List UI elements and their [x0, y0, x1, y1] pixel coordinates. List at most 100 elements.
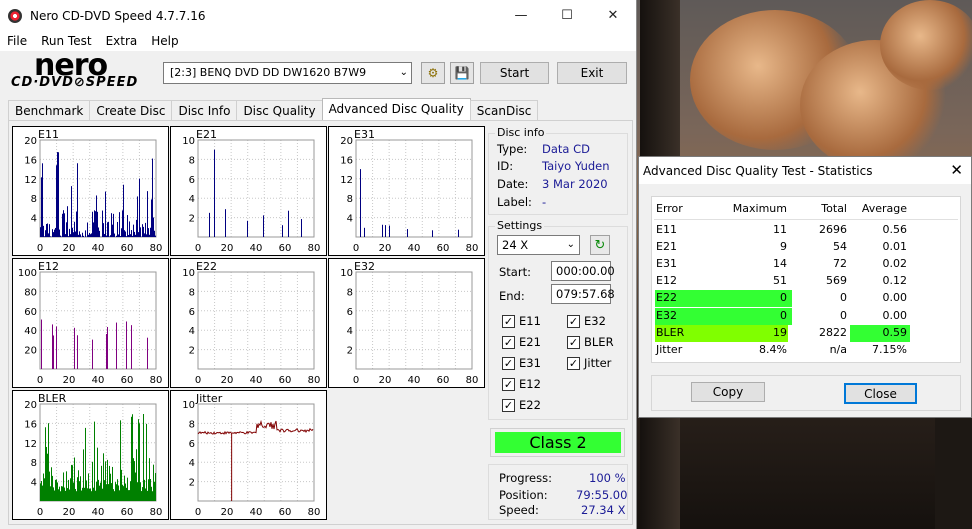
chart-bar	[41, 177, 42, 237]
chart-e32: E32 10 8 6 4 2 0 20 40 60 80	[328, 258, 485, 388]
menu-file[interactable]: File	[0, 34, 34, 48]
start-field[interactable]: 000:00.00	[551, 261, 615, 281]
chart-bar	[96, 481, 97, 501]
menu-extra[interactable]: Extra	[99, 34, 145, 48]
chart-bar	[130, 234, 131, 237]
checkmark-icon: ✓	[502, 356, 515, 370]
cell: BLER	[656, 325, 685, 339]
chart-bar	[127, 215, 128, 237]
x-tick-label: 60	[121, 375, 134, 386]
copy-button[interactable]: Copy	[691, 382, 765, 402]
close-icon[interactable]: ✕	[950, 161, 963, 179]
chart-bar	[109, 465, 110, 501]
y-tick-label: 4	[189, 194, 195, 205]
chart-bar	[124, 475, 125, 501]
maximize-button[interactable]: ☐	[544, 0, 590, 31]
chart-bar	[154, 481, 155, 501]
checkbox-e11[interactable]: ✓ E11	[502, 314, 541, 328]
checkbox-bler[interactable]: ✓ BLER	[567, 335, 614, 349]
drive-info-button[interactable]: ⚙	[421, 62, 445, 84]
chart-bar	[75, 488, 76, 501]
chart-bar	[67, 488, 68, 501]
x-tick-label: 20	[221, 375, 234, 386]
refresh-button[interactable]: ↻	[590, 235, 610, 255]
chart-svg: 1086420 20 40 60 80	[182, 268, 320, 386]
checkbox-e21[interactable]: ✓ E21	[502, 335, 541, 349]
end-field[interactable]: 079:57.68	[551, 284, 615, 304]
y-tick-label: 8	[347, 194, 353, 205]
chart-bar	[120, 420, 121, 501]
y-tick-label: 2	[189, 478, 195, 489]
position-label: Position:	[499, 488, 548, 502]
chart-bar	[56, 326, 57, 369]
close-dialog-button[interactable]: Close	[844, 383, 917, 404]
minimize-button[interactable]: —	[498, 0, 544, 31]
chart-bar	[116, 322, 117, 369]
chart-bar	[110, 473, 111, 501]
chart-bar	[70, 478, 71, 501]
chart-bar	[147, 490, 148, 501]
chart-e31: E31 20 16 12 8 4 0 20 40 60 80	[328, 126, 485, 256]
chart-bar	[91, 233, 92, 237]
chart-bar	[136, 219, 137, 237]
chart-bar	[112, 224, 113, 237]
chart-bar	[72, 465, 73, 501]
cell: 0	[780, 308, 787, 322]
stats-table: Error Maximum Total Average E11 11 2696 0.56 E21…	[651, 196, 961, 363]
chart-bar	[83, 449, 84, 501]
start-button[interactable]: Start	[480, 62, 549, 84]
x-tick-label: 40	[92, 243, 105, 254]
cell: E32	[656, 308, 677, 322]
chart-bar	[66, 471, 67, 501]
x-tick-label: 60	[279, 507, 292, 518]
speed-select[interactable]: 24 X ⌄	[497, 235, 580, 255]
chart-bar	[154, 230, 155, 237]
chart-bar	[102, 488, 103, 501]
chart-bar	[64, 487, 65, 501]
plot-frame	[197, 271, 315, 370]
tab-disc-info[interactable]: Disc Info	[171, 100, 238, 120]
chart-bar	[64, 213, 65, 237]
chevron-down-icon: ⌄	[399, 67, 408, 78]
tab-create-disc[interactable]: Create Disc	[89, 100, 173, 120]
checkbox-jitter[interactable]: ✓ Jitter	[567, 356, 611, 370]
menu-help[interactable]: Help	[144, 34, 185, 48]
chart-bar	[155, 473, 156, 501]
menu-run-test[interactable]: Run Test	[34, 34, 98, 48]
drive-select[interactable]: [2:3] BENQ DVD DD DW1620 B7W9 ⌄	[163, 62, 412, 84]
chart-bar	[155, 235, 156, 237]
checkbox-e22[interactable]: ✓ E22	[502, 398, 541, 412]
chart-bar	[225, 209, 226, 237]
chart-bar	[78, 470, 79, 501]
column-header: Average	[861, 202, 907, 215]
tab-advanced-disc-quality[interactable]: Advanced Disc Quality	[321, 98, 471, 120]
checkbox-e12[interactable]: ✓ E12	[502, 377, 541, 391]
chart-bar	[149, 234, 150, 237]
stats-title-bar: Advanced Disc Quality Test - Statistics …	[639, 157, 971, 184]
id-label: ID:	[497, 159, 514, 173]
checkbox-e31[interactable]: ✓ E31	[502, 356, 541, 370]
chart-bar	[137, 196, 138, 237]
chart-bar	[129, 221, 130, 237]
cell: E11	[656, 223, 677, 236]
chart-bar	[103, 223, 104, 237]
chart-bar	[126, 487, 127, 501]
chart-bar	[110, 235, 111, 237]
close-button[interactable]: ✕	[590, 0, 636, 31]
chart-bar	[53, 487, 54, 501]
chart-bar	[98, 227, 99, 237]
tab-scandisc[interactable]: ScanDisc	[469, 100, 539, 120]
stats-title: Advanced Disc Quality Test - Statistics	[643, 163, 873, 178]
cell: 72	[833, 257, 847, 271]
chart-bar	[88, 473, 89, 501]
tab-benchmark[interactable]: Benchmark	[8, 100, 91, 120]
tab-disc-quality[interactable]: Disc Quality	[236, 100, 323, 120]
x-tick-label: 20	[379, 375, 392, 386]
chart-bar	[148, 479, 149, 501]
checkbox-e32[interactable]: ✓ E32	[567, 314, 606, 328]
save-button[interactable]: 💾	[450, 62, 474, 84]
exit-button[interactable]: Exit	[557, 62, 627, 84]
chart-bar	[114, 233, 115, 237]
chart-bar	[53, 335, 54, 369]
chart-bar	[75, 231, 76, 237]
